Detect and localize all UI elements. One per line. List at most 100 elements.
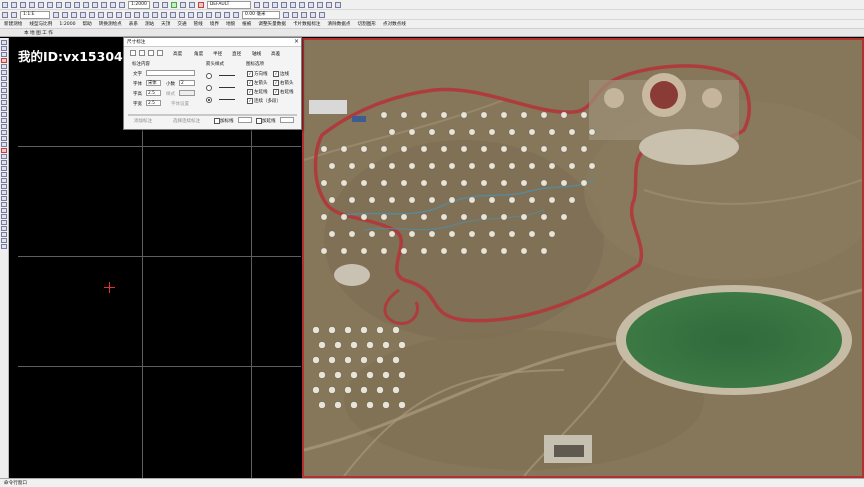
area-icon[interactable] bbox=[316, 1, 323, 8]
hatch-tool-icon[interactable] bbox=[1, 124, 7, 129]
open-file-icon[interactable] bbox=[11, 1, 17, 8]
zoom-in-icon[interactable] bbox=[92, 1, 98, 8]
plotstyle-icon[interactable] bbox=[298, 1, 305, 8]
hatch-icon[interactable] bbox=[143, 11, 149, 18]
polygon-tool-icon[interactable] bbox=[1, 58, 7, 63]
tab-diameter[interactable]: 直径 bbox=[232, 51, 241, 57]
menu-item[interactable]: 线型与比例 bbox=[27, 21, 54, 27]
block-icon[interactable] bbox=[152, 11, 158, 18]
tolerance-icon[interactable] bbox=[215, 11, 221, 18]
region-icon[interactable] bbox=[1, 136, 7, 141]
make-block-icon[interactable] bbox=[1, 112, 7, 117]
erase-icon[interactable] bbox=[1, 154, 7, 159]
tab-angle[interactable]: 角度 bbox=[194, 51, 203, 57]
scale-combo[interactable]: 1:2000 bbox=[128, 0, 150, 9]
arc-tool-icon[interactable] bbox=[1, 70, 7, 75]
select-continuous-button[interactable]: 选择连续标注 bbox=[173, 118, 200, 124]
lineweight-icon[interactable] bbox=[289, 1, 296, 8]
distance-icon[interactable] bbox=[307, 1, 314, 8]
stretch-icon[interactable] bbox=[1, 202, 7, 207]
extension-input[interactable] bbox=[280, 117, 294, 123]
menu-item[interactable]: 调整矢量数据 bbox=[256, 21, 288, 27]
menu-item[interactable]: 新建测绘 bbox=[2, 21, 24, 27]
linear-dim-icon[interactable] bbox=[130, 50, 136, 56]
list-icon[interactable] bbox=[325, 1, 332, 8]
move-icon[interactable] bbox=[1, 184, 7, 189]
center-mark-icon[interactable] bbox=[224, 11, 230, 18]
new-file-icon[interactable] bbox=[2, 1, 8, 8]
print-icon[interactable] bbox=[29, 1, 35, 8]
gradient-icon[interactable] bbox=[1, 130, 7, 135]
grid-icon[interactable] bbox=[71, 11, 77, 18]
menu-item[interactable]: 交通 bbox=[175, 21, 188, 27]
font-setting-button[interactable]: 字体设置 bbox=[171, 101, 189, 107]
menu-item[interactable]: 1:2000 bbox=[57, 22, 77, 27]
zoom-out-icon[interactable] bbox=[101, 1, 107, 8]
text-icon[interactable] bbox=[134, 11, 140, 18]
zoom-window-icon[interactable] bbox=[110, 1, 116, 8]
scale-icon[interactable] bbox=[1, 196, 7, 201]
color-icon[interactable] bbox=[271, 1, 278, 8]
line-icon[interactable] bbox=[2, 11, 8, 18]
layer-state-icon[interactable] bbox=[161, 1, 168, 8]
break-icon[interactable] bbox=[1, 220, 7, 225]
arrow-style-radio-selected[interactable] bbox=[206, 97, 212, 103]
polyline-icon[interactable] bbox=[11, 11, 17, 18]
mtext-icon[interactable] bbox=[1, 148, 7, 153]
dim-icon[interactable] bbox=[197, 11, 203, 18]
mark-line-input[interactable] bbox=[238, 117, 252, 123]
zoom-extents-icon[interactable] bbox=[119, 1, 125, 8]
divide-icon[interactable] bbox=[292, 11, 298, 18]
layer-on-icon[interactable] bbox=[170, 1, 177, 8]
polar-icon[interactable] bbox=[89, 11, 95, 18]
arc-dim-icon[interactable] bbox=[139, 50, 145, 56]
font-input[interactable]: 宋体 bbox=[146, 80, 161, 86]
point-icon[interactable] bbox=[53, 11, 59, 18]
menu-item[interactable]: 天顶 bbox=[159, 21, 172, 27]
id-point-icon[interactable] bbox=[334, 1, 341, 8]
save-icon[interactable] bbox=[20, 1, 26, 8]
chamfer-icon[interactable] bbox=[1, 232, 7, 237]
snap-icon[interactable] bbox=[62, 11, 68, 18]
copy-icon[interactable] bbox=[47, 1, 53, 8]
menu-item[interactable]: 管线 bbox=[192, 21, 205, 27]
trim-icon[interactable] bbox=[310, 11, 316, 18]
spline-icon[interactable] bbox=[1, 88, 7, 93]
height-input[interactable]: 2.5 bbox=[146, 90, 161, 96]
ratio-combo[interactable]: 1:1:E bbox=[20, 10, 50, 19]
tab-axis[interactable]: 轴线 bbox=[252, 51, 261, 57]
redo-icon[interactable] bbox=[74, 1, 80, 8]
add-dimension-button[interactable]: 添加标注 bbox=[134, 118, 152, 124]
layer-icon[interactable] bbox=[152, 1, 159, 8]
dialog-titlebar[interactable]: 尺寸标注 × bbox=[124, 38, 301, 47]
ortho-icon[interactable] bbox=[80, 11, 86, 18]
edge-line-checkbox[interactable]: ✓ bbox=[273, 71, 279, 77]
fillet-icon[interactable] bbox=[1, 238, 7, 243]
leader-icon[interactable] bbox=[206, 11, 212, 18]
line-tool-icon[interactable] bbox=[1, 40, 7, 45]
insert-block-icon[interactable] bbox=[1, 106, 7, 111]
menu-item[interactable]: 表系 bbox=[127, 21, 140, 27]
dimension-dialog[interactable]: 尺寸标注 × 高度 角度 半径 直径 轴线 高差 标注内容 文字 字体 宋体 小… bbox=[123, 37, 302, 130]
measure-icon[interactable] bbox=[283, 11, 289, 18]
undo-icon[interactable] bbox=[65, 1, 71, 8]
direction-line-checkbox[interactable]: ✓ bbox=[247, 71, 253, 77]
attribute-icon[interactable] bbox=[170, 11, 176, 18]
rotate-icon[interactable] bbox=[1, 190, 7, 195]
point-tool-icon[interactable] bbox=[1, 118, 7, 123]
extend-tool-icon[interactable] bbox=[1, 214, 7, 219]
document-tab[interactable]: 本 地 图 工 作 bbox=[2, 30, 53, 36]
image-icon[interactable] bbox=[179, 11, 185, 18]
linetype-icon[interactable] bbox=[280, 1, 287, 8]
circle-tool-icon[interactable] bbox=[1, 76, 7, 81]
tab-elevation[interactable]: 高差 bbox=[271, 51, 280, 57]
xref-icon[interactable] bbox=[188, 11, 194, 18]
menu-item[interactable]: 测站 bbox=[143, 21, 156, 27]
satellite-image-viewport[interactable] bbox=[302, 38, 864, 478]
decimals-input[interactable]: 2 bbox=[179, 80, 195, 86]
right-arrow-checkbox[interactable]: ✓ bbox=[273, 80, 279, 86]
model-icon[interactable] bbox=[125, 11, 131, 18]
menu-item[interactable]: 切割图形 bbox=[356, 21, 378, 27]
osnap-icon[interactable] bbox=[98, 11, 104, 18]
dim-text-input[interactable] bbox=[146, 70, 195, 76]
